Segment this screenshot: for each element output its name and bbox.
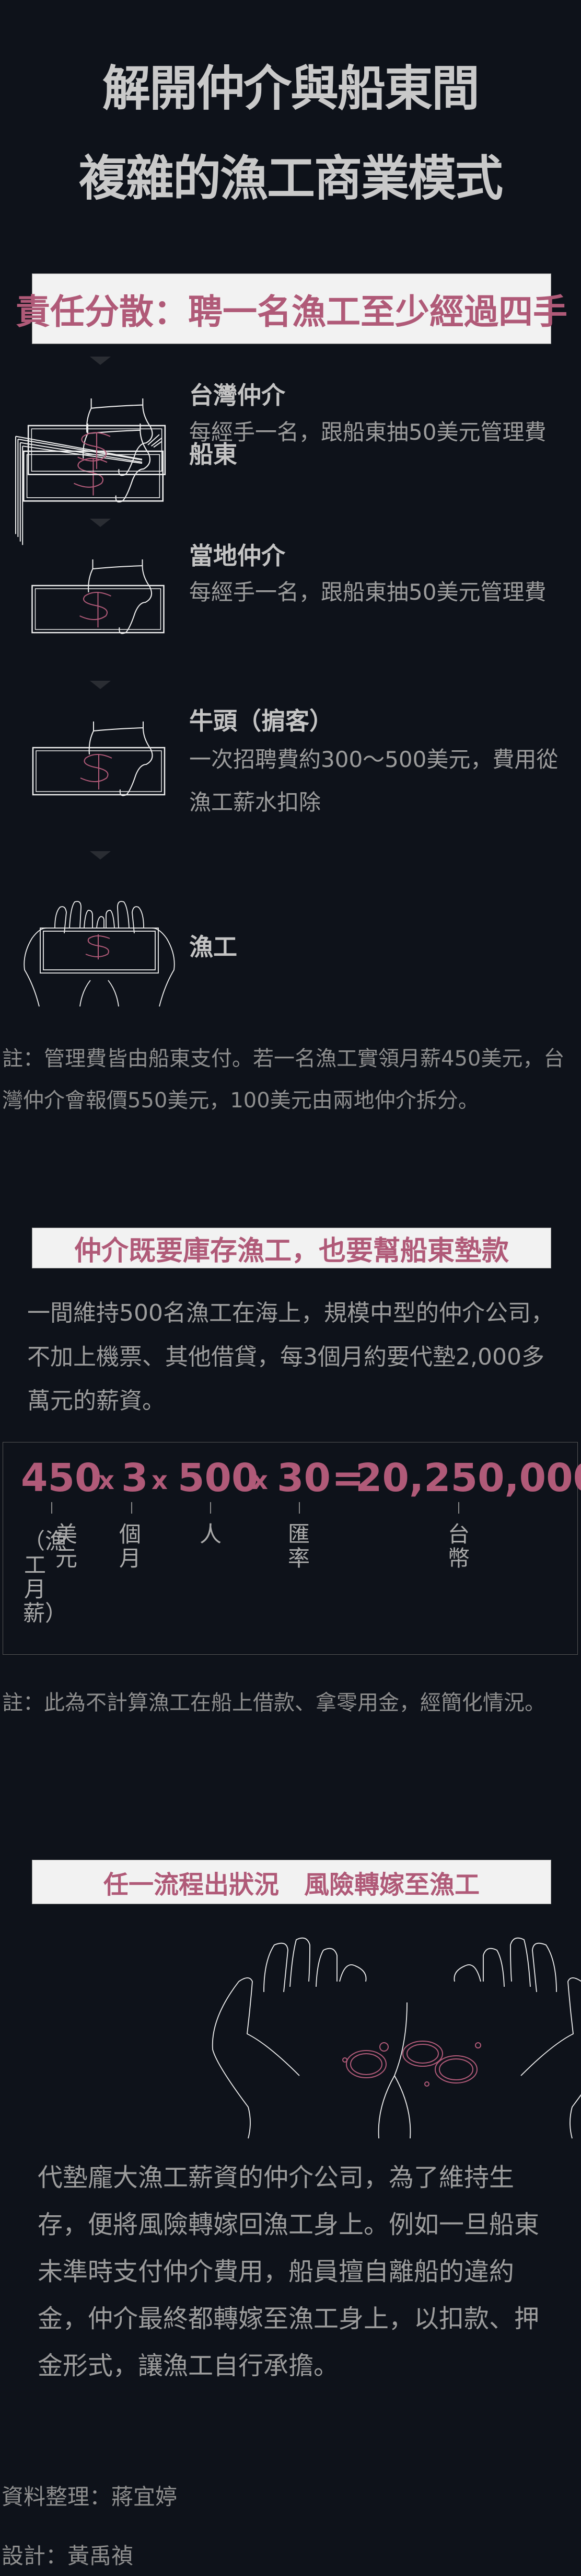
unit-exchange-rate: 匯率	[287, 1521, 310, 1571]
equation-result: 20,250,000	[355, 1456, 581, 1501]
equation-operator: x	[152, 1466, 168, 1495]
paragraph-agency-advance: 一間維持500名漁工在海上，規模中型的仲介公司，不加上機票、其他借貸，每3個月約…	[27, 1300, 554, 1414]
unit-twd: 台幣	[447, 1521, 470, 1571]
flow-arrow-icon	[90, 851, 111, 860]
step-body-taiwan-agency: 每經手一名，跟船東抽50美元管理費	[189, 419, 547, 445]
step-body-broker: 一次招聘費約300～500美元，費用從漁工薪水扣除	[189, 747, 559, 815]
step-title-fisherman: 漁工	[189, 933, 237, 961]
unit-people: 人	[199, 1521, 222, 1547]
credit-design: 設計：黃禹禎	[2, 2543, 134, 2569]
hand-holding-money-icon	[32, 720, 166, 797]
equation-term-months: 3	[121, 1456, 148, 1501]
step-title-taiwan-agency: 台灣仲介	[189, 381, 285, 409]
unit-months: 個月	[119, 1521, 141, 1571]
page-title-line-2: 複雜的漁工商業模式	[78, 151, 503, 207]
paragraph-risk-transfer: 代墊龐大漁工薪資的仲介公司，為了維持生存，便將風險轉嫁回漁工身上。例如一旦船東未…	[38, 2163, 540, 2380]
hand-holding-money-icon	[31, 558, 165, 635]
equation-term-rate: 30	[277, 1456, 331, 1501]
equation-term-salary: 450	[21, 1456, 102, 1501]
unit-tick	[131, 1502, 132, 1514]
section-banner-agency-advance: 仲介既要庫存漁工，也要幫船東墊款	[32, 1228, 551, 1268]
step-title-broker: 牛頭（掮客）	[189, 707, 333, 735]
equation-operator: x	[98, 1466, 114, 1495]
step-title-local-agency: 當地仲介	[189, 542, 285, 570]
flow-arrow-icon	[90, 519, 111, 527]
equation-operator: x	[252, 1466, 268, 1495]
flow-arrow-icon	[90, 681, 111, 689]
unit-salary-note: （漁工月薪）	[23, 1528, 67, 1626]
section-banner-responsibility: 責任分散：聘一名漁工至少經過四手	[16, 273, 567, 344]
flow-arrow-icon	[90, 357, 111, 365]
hand-holding-money-icon	[27, 397, 166, 477]
unit-tick	[299, 1502, 300, 1514]
unit-tick	[458, 1502, 459, 1514]
unit-usd: 美元	[55, 1521, 77, 1571]
note-management-fee: 註：管理費皆由船東支付。若一名漁工實領月薪450美元，台灣仲介會報價550美元，…	[2, 1047, 565, 1113]
page-title-line-1: 解開仲介與船東間	[102, 61, 480, 117]
step-body-local-agency: 每經手一名，跟船東抽50美元管理費	[189, 579, 547, 605]
unit-tick	[210, 1502, 211, 1514]
equation-term-people: 500	[178, 1456, 259, 1501]
open-hands-receiving-money-icon	[24, 901, 175, 1007]
unit-tick	[51, 1502, 52, 1514]
cupped-hands-with-coins-icon	[212, 1937, 581, 2139]
note-simplified: 註：此為不計算漁工在船上借款、拿零用金，經簡化情況。	[2, 1691, 545, 1715]
credit-research: 資料整理：蔣宜婷	[2, 2484, 178, 2510]
section-banner-risk-transfer: 任一流程出狀況 風險轉嫁至漁工	[32, 1860, 551, 1904]
